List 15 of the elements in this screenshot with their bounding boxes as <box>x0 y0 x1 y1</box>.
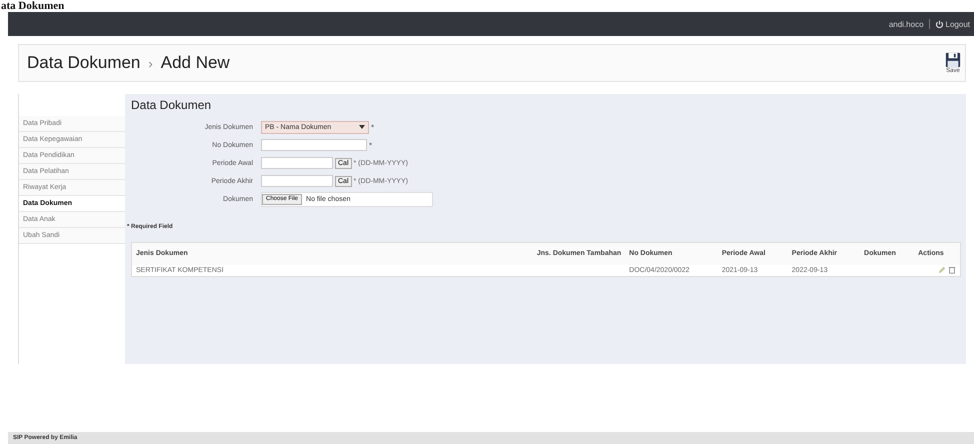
breadcrumb-item[interactable]: Data Dokumen <box>27 53 140 73</box>
caret-icon <box>359 125 365 129</box>
page-title: ata Dokumen <box>0 0 64 12</box>
user-name[interactable]: andi.hoco <box>888 20 924 28</box>
form-title: Data Dokumen <box>131 98 212 112</box>
required-mark: * <box>369 140 372 150</box>
breadcrumb-separator: › <box>148 56 153 70</box>
input-field[interactable] <box>261 139 367 151</box>
trash-icon[interactable] <box>948 266 956 274</box>
breadcrumb-item: Add New <box>160 53 230 73</box>
date-field[interactable] <box>261 175 333 187</box>
power-icon <box>934 20 944 28</box>
required-mark: * <box>371 122 374 132</box>
date-field[interactable] <box>261 157 333 169</box>
logout-link[interactable]: Logout <box>934 20 970 28</box>
